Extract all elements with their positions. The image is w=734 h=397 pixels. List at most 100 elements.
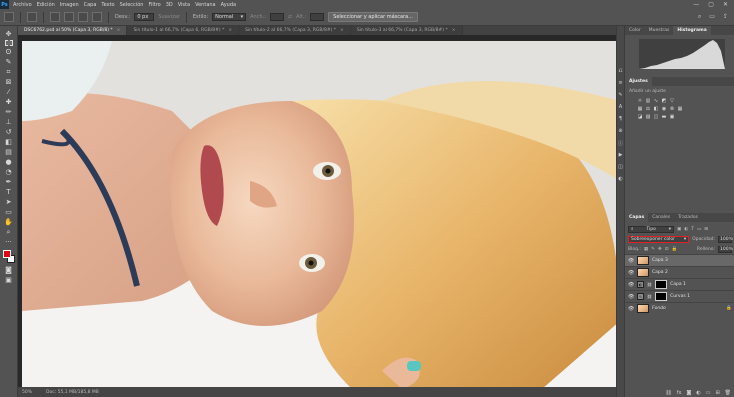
- character-icon[interactable]: A: [618, 104, 624, 110]
- selective-color-icon[interactable]: ▣: [669, 114, 675, 120]
- eye-icon[interactable]: 👁: [628, 270, 634, 276]
- lock-all-icon[interactable]: 🔒: [672, 247, 678, 252]
- tab-document-4[interactable]: Sin título-3 al 66,7% (Capa 3, RGB/8#) *…: [350, 26, 463, 35]
- style-select[interactable]: Normal ▾: [212, 13, 247, 21]
- menu-filtro[interactable]: Filtro: [148, 2, 160, 8]
- canvas-area[interactable]: [18, 35, 616, 387]
- search-icon[interactable]: ⌕: [698, 13, 701, 21]
- exposure-icon[interactable]: ◩: [661, 98, 667, 104]
- libraries-icon[interactable]: ◫: [618, 164, 624, 170]
- blur-tool-icon[interactable]: ●: [4, 158, 14, 166]
- move-tool-icon[interactable]: ✥: [4, 30, 14, 38]
- curves-icon[interactable]: ∿: [653, 98, 659, 104]
- new-adjustment-icon[interactable]: ◐: [696, 390, 700, 396]
- eyedropper-tool-icon[interactable]: ⁄: [4, 88, 14, 96]
- new-layer-icon[interactable]: ⊞: [715, 390, 719, 396]
- eraser-tool-icon[interactable]: ◧: [4, 138, 14, 146]
- layer-style-icon[interactable]: fx: [677, 390, 682, 396]
- close-button[interactable]: ✕: [723, 1, 728, 8]
- shape-tool-icon[interactable]: ▭: [4, 208, 14, 216]
- new-group-icon[interactable]: ▭: [706, 390, 711, 396]
- marquee-tool-preset-icon[interactable]: [27, 12, 37, 22]
- eye-icon[interactable]: 👁: [628, 282, 634, 288]
- close-icon[interactable]: ×: [117, 28, 121, 33]
- filter-shape-icon[interactable]: ▭: [697, 227, 701, 232]
- history-brush-tool-icon[interactable]: ↺: [4, 128, 14, 136]
- photo-filter-icon[interactable]: ◉: [661, 106, 667, 112]
- screen-mode-icon[interactable]: ▣: [4, 276, 14, 284]
- menu-seleccion[interactable]: Selección: [120, 2, 144, 8]
- hand-tool-icon[interactable]: ✋: [4, 218, 14, 226]
- add-mask-icon[interactable]: ◙: [686, 390, 691, 396]
- layer-row[interactable]: 👁 Capa 3: [625, 254, 734, 266]
- menu-archivo[interactable]: Archivo: [13, 2, 32, 8]
- clone-stamp-tool-icon[interactable]: ⊥: [4, 118, 14, 126]
- layer-row[interactable]: 👁 ∿ ⛓ Curvas 1: [625, 290, 734, 302]
- workspace-icon[interactable]: ▭: [709, 13, 715, 21]
- home-icon[interactable]: [4, 12, 14, 22]
- dodge-tool-icon[interactable]: ◔: [4, 168, 14, 176]
- intersect-selection-icon[interactable]: [92, 12, 102, 22]
- new-selection-icon[interactable]: [50, 12, 60, 22]
- tab-document-3[interactable]: Sin título-2 al 66,7% (Capa 3, RGB/8#) *…: [239, 26, 351, 35]
- filter-adjust-icon[interactable]: ◐: [684, 227, 688, 232]
- filter-smart-icon[interactable]: ⊞: [704, 227, 708, 232]
- menu-imagen[interactable]: Imagen: [60, 2, 79, 8]
- eye-icon[interactable]: 👁: [628, 294, 634, 300]
- opacity-input[interactable]: 100%: [718, 235, 733, 243]
- crop-tool-icon[interactable]: ⌗: [4, 68, 14, 76]
- marquee-tool-icon[interactable]: [4, 40, 13, 46]
- filter-pixel-icon[interactable]: ▣: [677, 227, 681, 232]
- menu-vista[interactable]: Vista: [178, 2, 190, 8]
- minimize-button[interactable]: —: [693, 1, 699, 8]
- color-balance-icon[interactable]: ⚖: [645, 106, 651, 112]
- link-layers-icon[interactable]: ⛓: [665, 390, 671, 396]
- menu-ayuda[interactable]: Ayuda: [221, 2, 236, 8]
- gradient-map-icon[interactable]: ▬: [661, 114, 667, 120]
- lasso-tool-icon[interactable]: ʘ: [4, 48, 14, 56]
- delete-layer-icon[interactable]: 🗑: [725, 390, 731, 396]
- fill-input[interactable]: 100%: [718, 245, 733, 253]
- menu-3d[interactable]: 3D: [166, 2, 173, 8]
- lock-pixels-icon[interactable]: ✎: [651, 247, 655, 252]
- color-lookup-icon[interactable]: ▦: [677, 106, 683, 112]
- path-select-tool-icon[interactable]: ➤: [4, 198, 14, 206]
- quick-mask-icon[interactable]: ◙: [4, 266, 14, 274]
- posterize-icon[interactable]: ▨: [645, 114, 651, 120]
- history-icon[interactable]: ⎌: [618, 68, 624, 74]
- menu-capa[interactable]: Capa: [84, 2, 97, 8]
- feather-input[interactable]: 0 px: [134, 13, 155, 21]
- menu-texto[interactable]: Texto: [101, 2, 114, 8]
- doc-info[interactable]: Doc: 55,1 MB/185,8 MB: [46, 390, 99, 395]
- lock-artboard-icon[interactable]: ⊡: [665, 247, 669, 252]
- swap-icon[interactable]: ⇄: [288, 14, 292, 20]
- layer-row[interactable]: 👁 ◐ ⛓ Capa 1: [625, 278, 734, 290]
- add-selection-icon[interactable]: [64, 12, 74, 22]
- layer-mask-thumbnail[interactable]: [655, 292, 668, 301]
- vibrance-icon[interactable]: ▽: [669, 98, 675, 104]
- foreground-color-swatch[interactable]: [2, 250, 11, 258]
- eye-icon[interactable]: 👁: [628, 258, 634, 264]
- close-icon[interactable]: ×: [452, 28, 456, 33]
- tab-layers[interactable]: Capas: [625, 213, 649, 222]
- maximize-button[interactable]: ▢: [708, 1, 714, 8]
- pen-tool-icon[interactable]: ✒: [4, 178, 14, 186]
- lock-transparent-icon[interactable]: ▦: [644, 247, 648, 252]
- close-icon[interactable]: ×: [340, 28, 344, 33]
- close-icon[interactable]: ×: [228, 28, 232, 33]
- antialias-label[interactable]: Suavizar: [158, 14, 180, 20]
- levels-icon[interactable]: ▥: [645, 98, 651, 104]
- tab-document-1[interactable]: DSC6762.psd al 50% (Capa 3, RGB/8) * ×: [18, 26, 128, 35]
- select-and-mask-button[interactable]: Seleccionar y aplicar máscara...: [328, 12, 418, 22]
- properties-icon[interactable]: ≡: [618, 80, 624, 86]
- brightness-contrast-icon[interactable]: ☼: [637, 98, 643, 104]
- frame-tool-icon[interactable]: ⊠: [4, 78, 14, 86]
- width-input[interactable]: [269, 13, 284, 21]
- healing-brush-tool-icon[interactable]: ✚: [4, 98, 14, 106]
- layer-mask-thumbnail[interactable]: [655, 280, 668, 289]
- actions-icon[interactable]: ▶: [618, 152, 624, 158]
- styles-icon[interactable]: ◐: [618, 176, 624, 182]
- share-icon[interactable]: ⇪: [723, 13, 728, 21]
- zoom-level[interactable]: 50%: [22, 390, 32, 395]
- lock-position-icon[interactable]: ✥: [658, 247, 662, 252]
